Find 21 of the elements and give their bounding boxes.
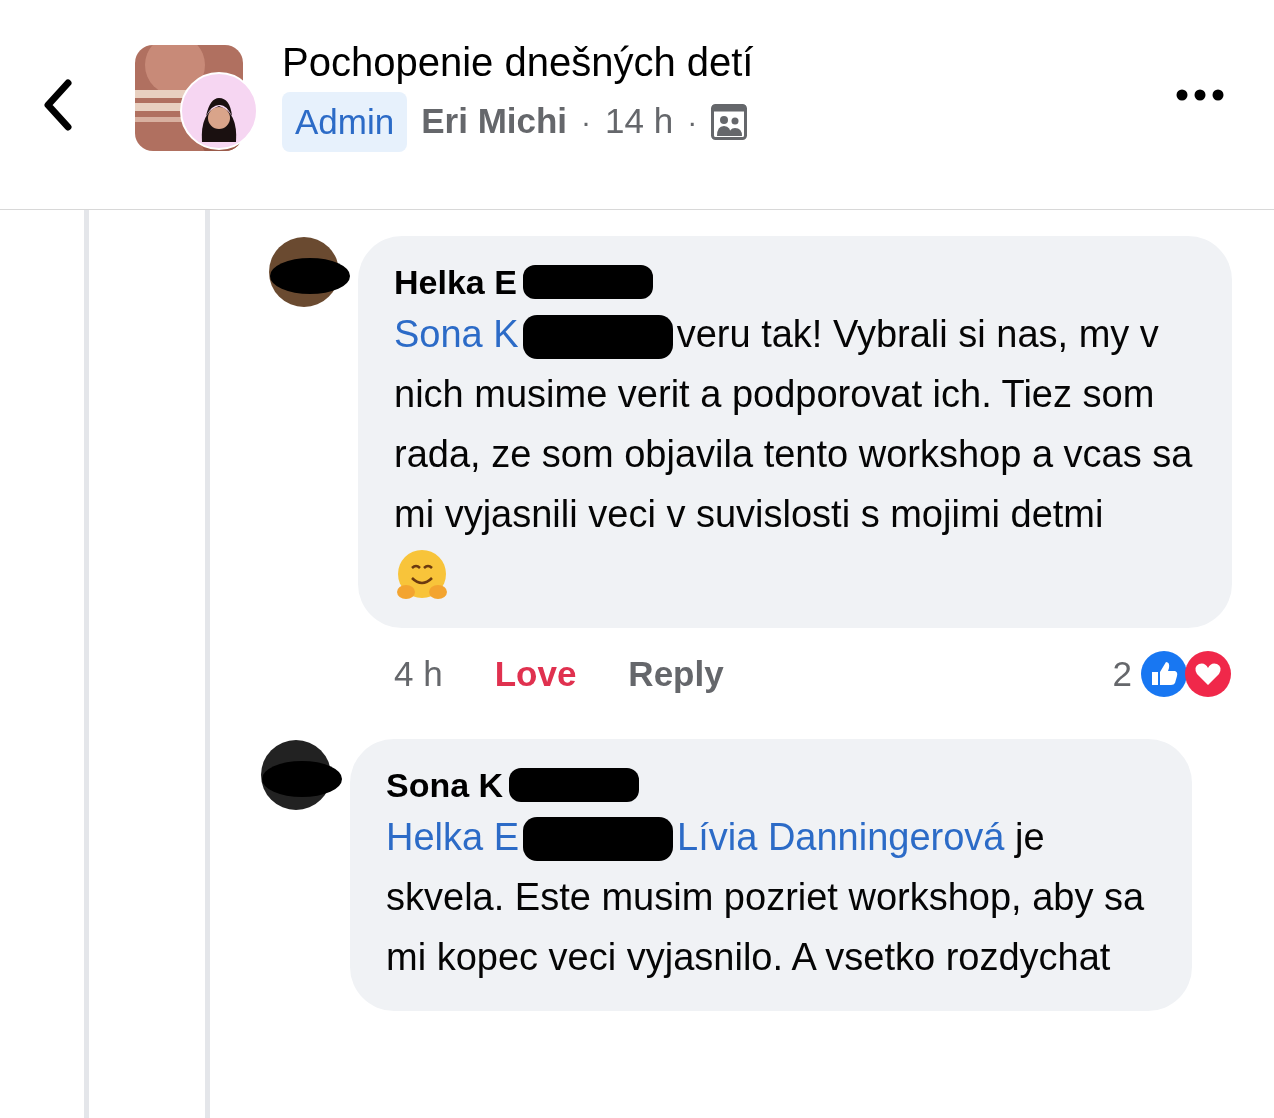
- separator: ·: [581, 104, 592, 140]
- love-reaction-icon: [1184, 650, 1232, 699]
- reaction-count: 2: [1112, 653, 1132, 695]
- post-time: 14 h: [605, 100, 674, 143]
- comment-text: Helka E Lívia Danningerová je skvela. Este musim pozriet workshop, aby sa mi kopec veci vyjasnilo. A vsetko rozdychat: [386, 814, 1146, 980]
- mention-link[interactable]: Lívia Danningerová: [677, 815, 1005, 858]
- like-reaction-icon: [1140, 650, 1188, 699]
- role-badge: Admin: [282, 91, 408, 152]
- love-button[interactable]: Love: [494, 648, 577, 701]
- separator: ·: [687, 104, 698, 140]
- group-audience-icon: [711, 103, 748, 140]
- comment-time: 4 h: [394, 653, 443, 695]
- comment-author[interactable]: Sona K: [386, 762, 504, 807]
- reply-button[interactable]: Reply: [628, 648, 724, 701]
- post-author[interactable]: Eri Michi: [421, 95, 568, 148]
- comment-text: Sona K veru tak! Vybrali si nas, my v nich musime verit a podporovat ich. Tiez som rada, ze som objavila tento workshop a vcas sa mi vyjasnili veci v suvislosti s mojimi detmi: [394, 312, 1194, 537]
- group-name[interactable]: Pochopenie dnešných detí: [282, 37, 754, 86]
- more-icon: [1176, 88, 1224, 101]
- comment-author[interactable]: Helka E: [394, 260, 517, 304]
- mention-link[interactable]: Sona K: [394, 313, 519, 355]
- mention-link[interactable]: Helka E: [386, 815, 520, 858]
